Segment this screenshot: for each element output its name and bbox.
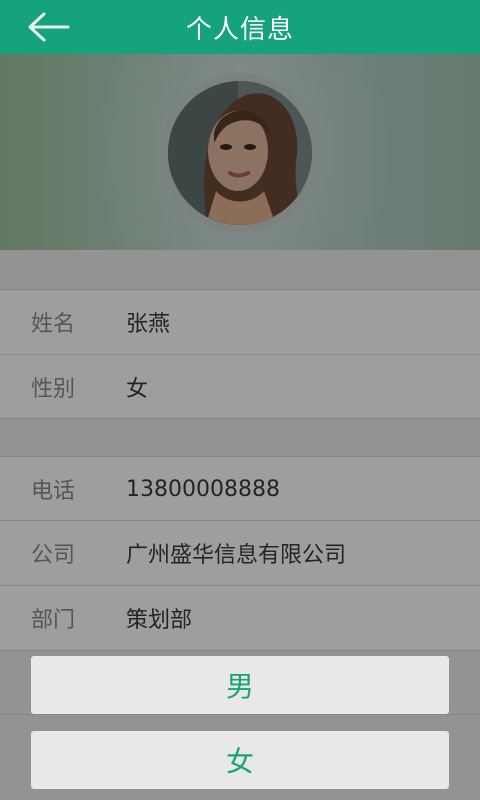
app-header: 个人信息	[0, 0, 480, 54]
gender-option-male-button[interactable]: 男	[31, 656, 449, 714]
page-title: 个人信息	[185, 14, 294, 45]
gender-option-female-button[interactable]: 女	[31, 731, 449, 789]
back-arrow-icon[interactable]	[28, 10, 72, 44]
